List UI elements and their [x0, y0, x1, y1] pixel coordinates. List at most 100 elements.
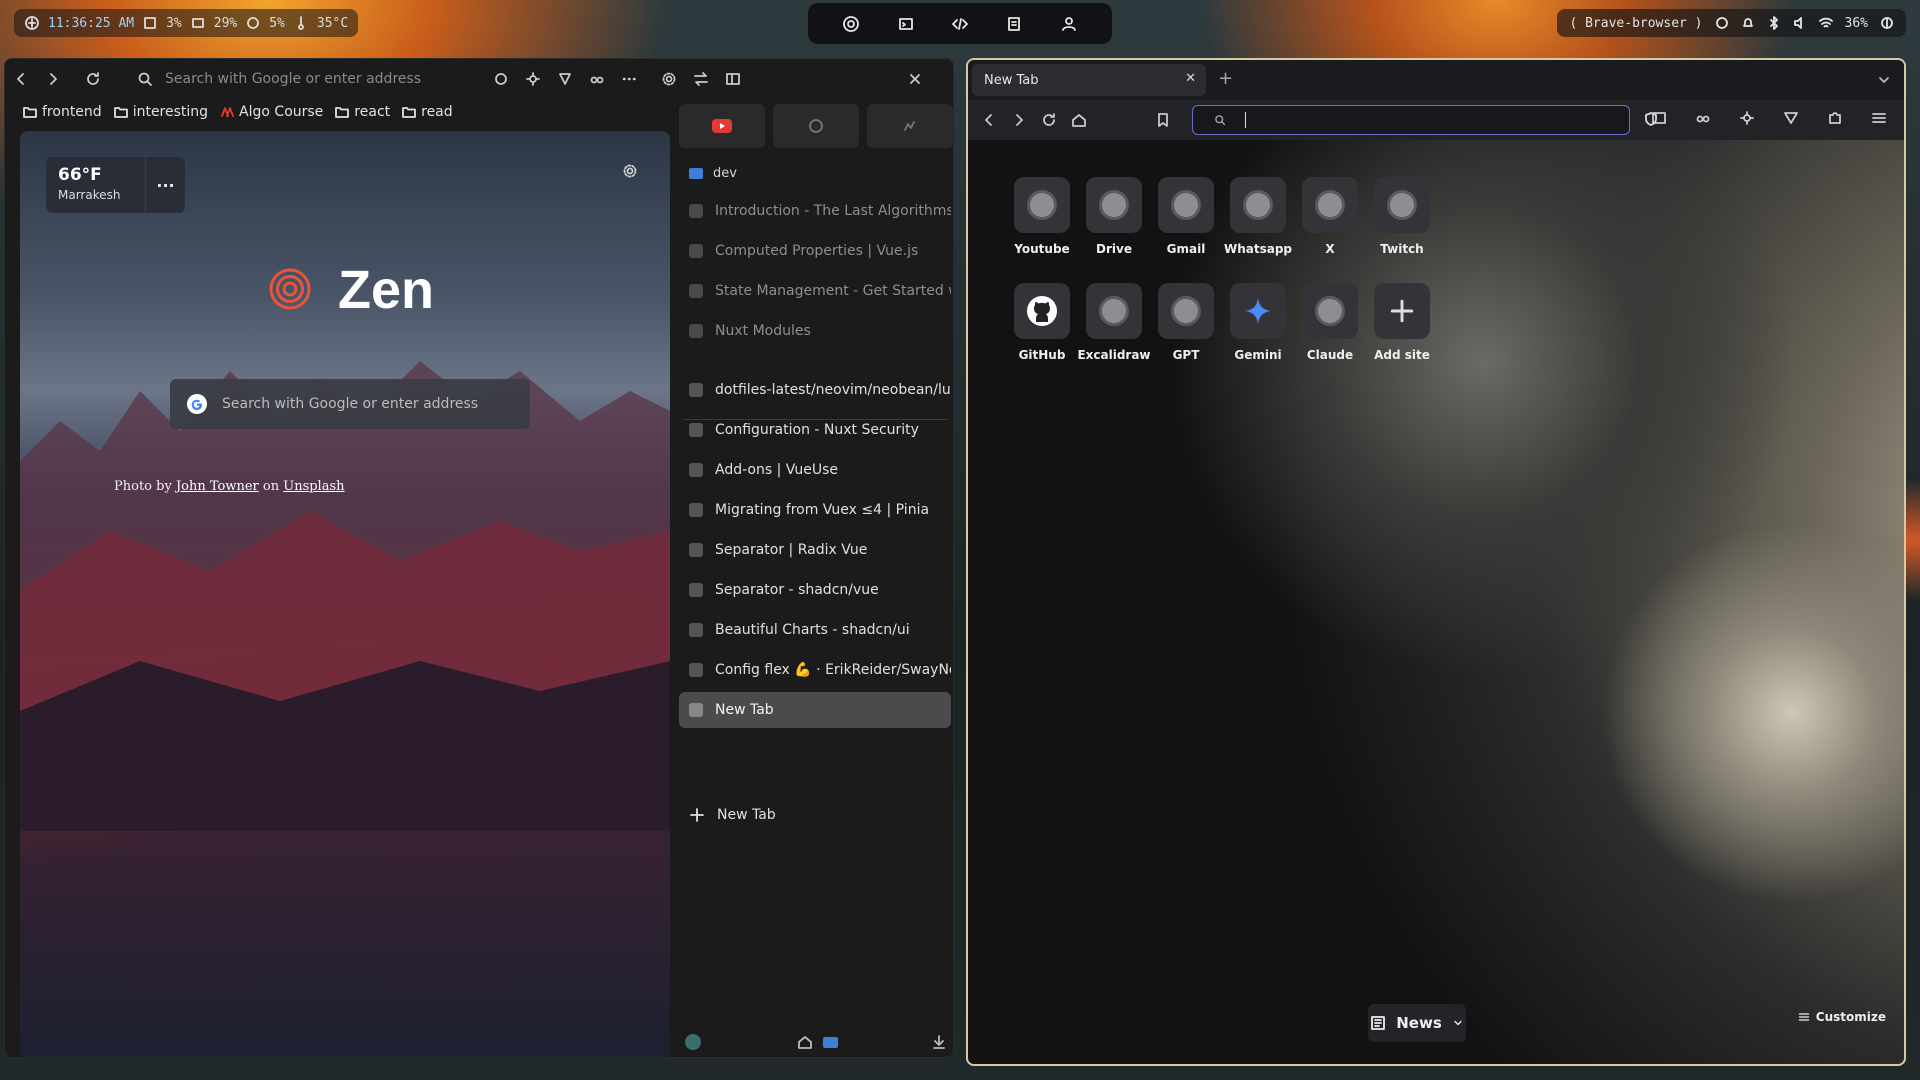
extension-3-icon[interactable] [549, 71, 581, 87]
tab-title: Config flex 💪 · ErikReider/SwayNot [715, 662, 951, 678]
tab-title: dotfiles-latest/neovim/neobean/lua [715, 382, 951, 398]
volume-icon[interactable] [1793, 16, 1807, 30]
tab-item[interactable]: dotfiles-latest/neovim/neobean/lua [679, 372, 951, 408]
extension-2-icon[interactable] [517, 71, 549, 87]
reload-icon[interactable] [77, 71, 109, 87]
tab-title: Separator | Radix Vue [715, 542, 868, 558]
credit-author-link[interactable]: John Towner [176, 479, 259, 494]
top-site-twitch[interactable]: Twitch [1372, 177, 1432, 256]
tab-item[interactable]: Separator - shadcn/vue [679, 572, 951, 608]
globe-icon [1315, 190, 1345, 220]
user-icon[interactable] [1060, 15, 1078, 33]
zen-search-box[interactable]: Search with Google or enter address [170, 379, 530, 429]
wifi-icon[interactable] [1818, 16, 1833, 30]
top-site-claude[interactable]: Claude [1300, 283, 1360, 362]
new-tab-button[interactable]: New Tab [689, 807, 776, 823]
top-site-github[interactable]: GitHub [1012, 283, 1072, 362]
top-site-x[interactable]: X [1300, 177, 1360, 256]
tab-item[interactable]: Migrating from Vuex ≤4 | Pinia [679, 492, 951, 528]
notes-icon[interactable] [1005, 15, 1023, 33]
globe-icon [1099, 190, 1129, 220]
weather-more-button[interactable]: ··· [145, 157, 185, 213]
zen-logo-icon [269, 268, 311, 310]
tab-item[interactable]: Config flex 💪 · ErikReider/SwayNot [679, 652, 951, 688]
swap-icon[interactable] [685, 71, 717, 87]
profile-avatar[interactable] [685, 1034, 701, 1050]
gear-icon[interactable] [622, 163, 638, 179]
top-site-whatsapp[interactable]: Whatsapp [1224, 177, 1292, 256]
home-icon[interactable] [1064, 112, 1094, 128]
notification-icon[interactable] [1741, 16, 1755, 30]
tab-favicon [689, 663, 703, 677]
customize-button[interactable]: Customize [1798, 1010, 1886, 1024]
pinned-tab[interactable]: State Management - Get Started w [679, 273, 951, 309]
extension-4-icon[interactable] [581, 71, 613, 87]
top-site-youtube[interactable]: Youtube [1012, 177, 1072, 256]
bookmark-interesting[interactable]: interesting [113, 104, 208, 120]
zen-address-bar[interactable]: Search with Google or enter address [165, 71, 485, 87]
tab-item[interactable]: Separator | Radix Vue [679, 532, 951, 568]
brave-tab[interactable]: New Tab ✕ [972, 64, 1206, 96]
disk-icon [142, 15, 158, 31]
sidebar-icon[interactable] [1644, 110, 1674, 126]
tab-title: New Tab [715, 702, 774, 718]
app-icon [902, 118, 918, 134]
bookmark-read[interactable]: read [402, 104, 453, 120]
puzzle-icon[interactable] [1820, 110, 1850, 126]
essential-app[interactable] [867, 104, 953, 148]
essential-youtube[interactable] [679, 104, 765, 148]
tab-item[interactable]: Add-ons | VueUse [679, 452, 951, 488]
credit-site-link[interactable]: Unsplash [283, 479, 344, 494]
distro-icon[interactable] [24, 15, 40, 31]
top-site-drive[interactable]: Drive [1084, 177, 1144, 256]
tab-item-active[interactable]: New Tab [679, 692, 951, 728]
top-site-gpt[interactable]: GPT [1156, 283, 1216, 362]
contrast-icon[interactable] [1715, 16, 1729, 30]
forward-icon[interactable] [1004, 112, 1034, 128]
close-tab-icon[interactable]: ✕ [1185, 71, 1196, 86]
chevron-down-icon[interactable] [1876, 72, 1892, 88]
bookmark-icon[interactable] [1148, 112, 1178, 128]
news-button[interactable]: News [1368, 1004, 1466, 1042]
menu-icon[interactable] [1864, 110, 1894, 126]
close-icon[interactable] [899, 71, 931, 87]
top-site-gmail[interactable]: Gmail [1156, 177, 1216, 256]
download-icon[interactable] [931, 1034, 947, 1050]
sidebar-toggle-icon[interactable] [717, 71, 749, 87]
code-icon[interactable] [951, 15, 969, 33]
globe-icon [1027, 190, 1057, 220]
bookmark-react[interactable]: react [335, 104, 390, 120]
extension-vue-icon[interactable] [1776, 110, 1806, 126]
home-icon[interactable] [797, 1034, 813, 1050]
reload-icon[interactable] [1034, 112, 1064, 128]
forward-icon[interactable] [37, 71, 69, 87]
pinned-tab[interactable]: Introduction - The Last Algorithms [679, 193, 951, 229]
top-site-excalidraw[interactable]: Excalidraw [1077, 283, 1151, 362]
top-site-gemini[interactable]: Gemini [1228, 283, 1288, 362]
bluetooth-icon[interactable] [1767, 16, 1781, 30]
terminal-icon[interactable] [897, 15, 915, 33]
extension-1-icon[interactable] [485, 71, 517, 87]
bookmark-algo-course[interactable]: Algo Course [220, 104, 323, 120]
essential-github[interactable] [773, 104, 859, 148]
zen-search-placeholder: Search with Google or enter address [222, 396, 479, 412]
workspace-switch-icon[interactable] [823, 1037, 838, 1048]
add-site-button[interactable]: Add site [1372, 283, 1432, 362]
pinned-tab[interactable]: Computed Properties | Vue.js [679, 233, 951, 269]
tab-item[interactable]: Configuration - Nuxt Security [679, 412, 951, 448]
new-tab-plus-icon[interactable]: + [1218, 68, 1233, 89]
tab-title: Configuration - Nuxt Security [715, 422, 919, 438]
tab-item[interactable]: Beautiful Charts - shadcn/ui [679, 612, 951, 648]
more-icon[interactable] [613, 71, 645, 87]
pinned-tab[interactable]: Nuxt Modules [679, 313, 951, 349]
chrome-icon[interactable] [842, 15, 860, 33]
extension-glasses-icon[interactable] [1688, 110, 1718, 126]
brave-address-bar[interactable] [1192, 105, 1630, 135]
weather-widget[interactable]: 66°F Marrakesh ··· [46, 157, 185, 213]
workspace-header[interactable]: dev [689, 163, 737, 183]
settings-icon[interactable] [653, 71, 685, 87]
extension-gear-icon[interactable] [1732, 110, 1762, 126]
back-icon[interactable] [974, 112, 1004, 128]
bookmark-frontend[interactable]: frontend [23, 104, 102, 120]
back-icon[interactable] [5, 71, 37, 87]
